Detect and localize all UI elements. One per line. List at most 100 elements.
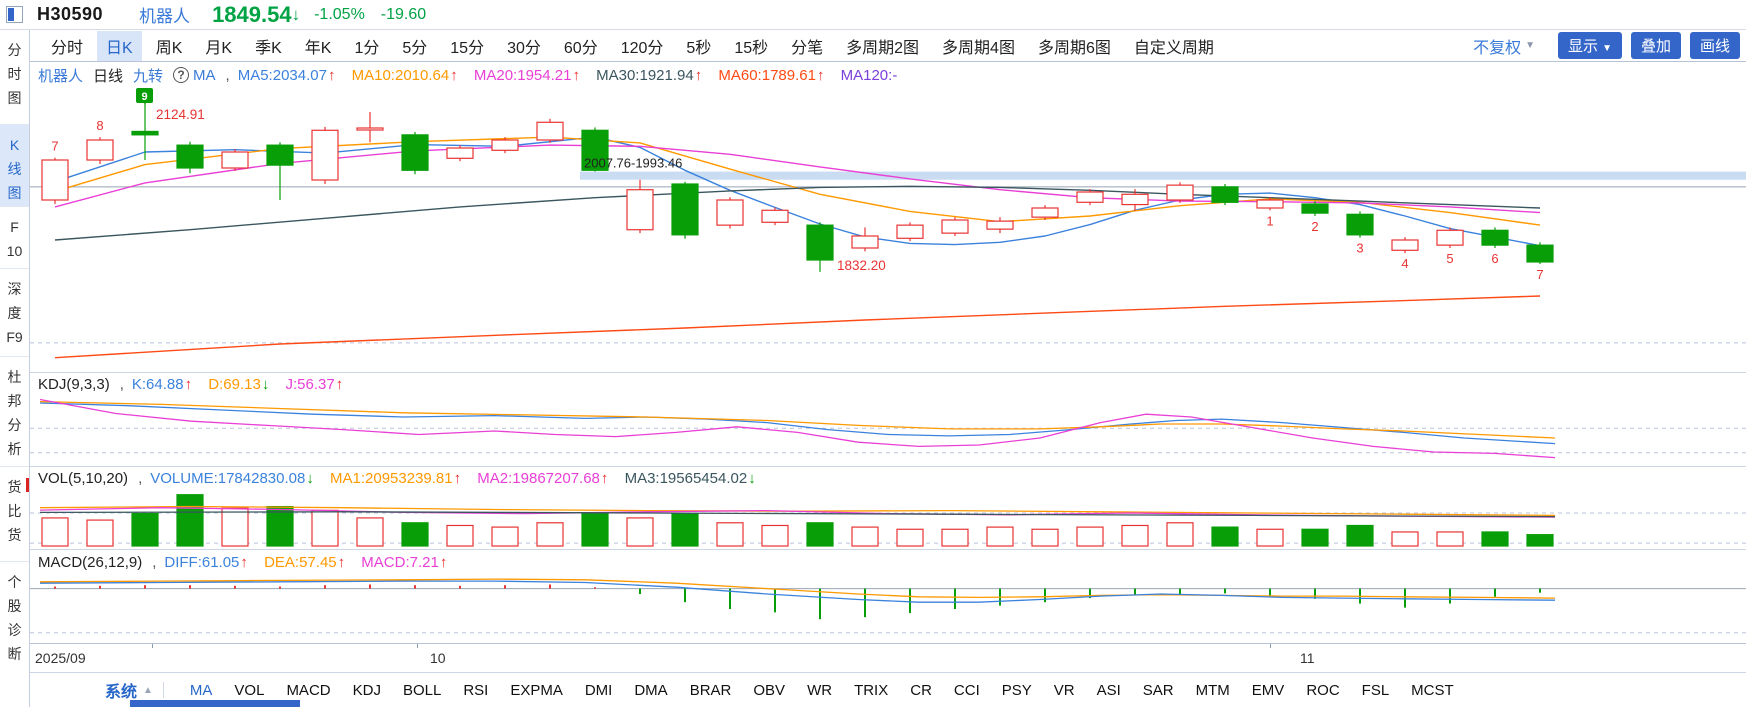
overlay-button[interactable]: 叠加 [1630, 32, 1681, 59]
indicator-item[interactable]: EMV [1252, 682, 1285, 699]
svg-text:2007.76-1993.46: 2007.76-1993.46 [584, 156, 682, 171]
macd-chart-panel[interactable] [30, 575, 1746, 643]
sidebar-red-marker [26, 478, 29, 492]
system-popup-edge [130, 700, 300, 707]
indicator-item[interactable]: TRIX [854, 682, 888, 699]
ma-value: MA60:1789.61↑ [718, 66, 825, 84]
chevron-up-icon[interactable]: ▲ [143, 685, 153, 696]
svg-text:6: 6 [1491, 251, 1498, 266]
display-button[interactable]: 显示 ▼ [1558, 32, 1622, 59]
indicator-item[interactable]: RSI [463, 682, 488, 699]
kdj-chart-panel[interactable] [30, 396, 1746, 466]
period-tab[interactable]: 5分 [393, 31, 436, 61]
svg-text:9: 9 [141, 91, 147, 103]
chevron-down-icon: ▼ [1602, 43, 1612, 54]
period-tab[interactable]: 30分 [498, 31, 550, 61]
svg-text:1: 1 [1266, 213, 1273, 228]
indicator-item[interactable]: OBV [753, 682, 785, 699]
period-tab[interactable]: 分笔 [782, 31, 832, 61]
sidebar-item[interactable]: K 线 图 [0, 125, 29, 207]
indicator-item[interactable]: MTM [1196, 682, 1230, 699]
indicator-item[interactable]: EXPMA [510, 682, 563, 699]
help-icon[interactable]: ? [173, 67, 190, 83]
candlestick-chart[interactable]: 7 8 1 2 3 4 5 6 7 9 2124.91 2007.76-1993.46 1832.20 [30, 88, 1746, 372]
period-tab[interactable]: 120分 [612, 31, 673, 61]
window-layout-icon[interactable] [6, 6, 23, 23]
axis-label-month: 11 [1300, 650, 1315, 666]
kline-chart-panel[interactable]: 7 8 1 2 3 4 5 6 7 9 2124.91 2007.76-1993.46 1832.20 [30, 88, 1746, 372]
draw-line-button[interactable]: 画线 [1689, 32, 1740, 59]
separator: , [152, 554, 157, 571]
indicator-item[interactable]: BOLL [403, 682, 441, 699]
indicator-item[interactable]: WR [807, 682, 832, 699]
period-tabs-row: 分时 日K 周K 月K 季K 年K 1分 5分 15分 30分 60分 120分… [30, 30, 1746, 62]
vol-value: MA3:19565454.02↓ [624, 470, 756, 487]
indicator-item[interactable]: ROC [1306, 682, 1339, 699]
sidebar-item[interactable]: 深 度 F9 [0, 269, 29, 357]
left-sidebar: 分 时 图 K 线 图 F 10 深 度 F9 杜 邦 分 析 货 比 货 个 … [0, 30, 30, 707]
indicator-item[interactable]: PSY [1002, 682, 1032, 699]
kdj-chart[interactable] [30, 396, 1746, 466]
volume-chart[interactable] [30, 490, 1746, 549]
period-tab[interactable]: 周K [147, 31, 192, 61]
chevron-down-icon[interactable]: ▼ [1525, 40, 1535, 51]
divider [162, 682, 164, 698]
sidebar-item[interactable]: 分 时 图 [0, 30, 29, 125]
macd-indicator-header: MACD(26,12,9) , DIFF:61.05↑ DEA:57.45↑ M… [30, 549, 1746, 575]
indicator-item[interactable]: MCST [1411, 682, 1454, 699]
indicator-item[interactable]: VR [1054, 682, 1075, 699]
indicator-item[interactable]: KDJ [353, 682, 381, 699]
nine-turn-label[interactable]: 九转 [133, 65, 163, 86]
volume-chart-panel[interactable] [30, 490, 1746, 549]
axis-label-month: 2025/09 [35, 650, 86, 666]
axis-tick [152, 644, 153, 648]
indicator-item[interactable]: CCI [954, 682, 980, 699]
indicator-item[interactable]: ASI [1097, 682, 1121, 699]
period-tab[interactable]: 15分 [441, 31, 493, 61]
system-menu[interactable]: 系统 [105, 678, 137, 702]
macd-title[interactable]: MACD(26,12,9) [38, 554, 142, 571]
period-tab[interactable]: 多周期6图 [1029, 31, 1120, 61]
indicator-item[interactable]: MA [190, 682, 213, 699]
indicator-item[interactable]: VOL [234, 682, 264, 699]
indicator-item[interactable]: SAR [1143, 682, 1174, 699]
sidebar-item[interactable]: F 10 [0, 207, 29, 269]
indicator-item[interactable]: BRAR [690, 682, 732, 699]
period-tab[interactable]: 年K [296, 31, 341, 61]
indicator-selector-bar: 系统 ▲ MA VOL MACD KDJ BOLL RSI EXPMA DMI … [30, 672, 1746, 707]
adjust-mode-dropdown[interactable]: 不复权 [1473, 34, 1521, 58]
indicator-item[interactable]: DMA [634, 682, 667, 699]
period-tab[interactable]: 自定义周期 [1125, 31, 1223, 61]
period-tab[interactable]: 季K [246, 31, 291, 61]
sidebar-item[interactable]: 货 比 货 [0, 467, 29, 562]
indicator-item[interactable]: MACD [286, 682, 330, 699]
x-axis-row: 2025/09 10 11 [30, 643, 1746, 672]
separator: , [225, 66, 230, 84]
period-tab[interactable]: 多周期4图 [933, 31, 1024, 61]
stock-name[interactable]: 机器人 [139, 2, 190, 27]
sidebar-item[interactable]: 杜 邦 分 析 [0, 357, 29, 467]
period-tab[interactable]: 15秒 [725, 31, 777, 61]
separator: , [119, 376, 124, 393]
sidebar-item[interactable]: 个 股 诊 断 [0, 562, 29, 682]
period-tab[interactable]: 60分 [555, 31, 607, 61]
indicator-item[interactable]: CR [910, 682, 932, 699]
period-tab[interactable]: 5秒 [677, 31, 720, 61]
period-tab[interactable]: 多周期2图 [837, 31, 928, 61]
ma-values: MA5:2034.07↑ MA10:2010.64↑ MA20:1954.21↑… [238, 67, 911, 84]
indicator-item[interactable]: FSL [1362, 682, 1390, 699]
macd-chart[interactable] [30, 575, 1746, 643]
svg-text:7: 7 [1536, 267, 1543, 282]
period-tab[interactable]: 1分 [345, 31, 388, 61]
period-tab[interactable]: 日K [97, 30, 142, 61]
vol-indicator-header: VOL(5,10,20) , VOLUME:17842830.08↓ MA1:2… [30, 466, 1746, 490]
period-tab[interactable]: 分时 [42, 31, 92, 61]
indicator-item[interactable]: DMI [585, 682, 613, 699]
svg-text:3: 3 [1356, 241, 1363, 256]
period-tab[interactable]: 月K [196, 31, 241, 61]
vol-title[interactable]: VOL(5,10,20) [38, 470, 128, 487]
ma-indicator-label[interactable]: MA [193, 67, 216, 84]
kdj-title[interactable]: KDJ(9,3,3) [38, 376, 110, 393]
indicator-list: MA VOL MACD KDJ BOLL RSI EXPMA DMI DMA B… [190, 682, 1454, 699]
ma-value: MA20:1954.21↑ [473, 66, 580, 84]
